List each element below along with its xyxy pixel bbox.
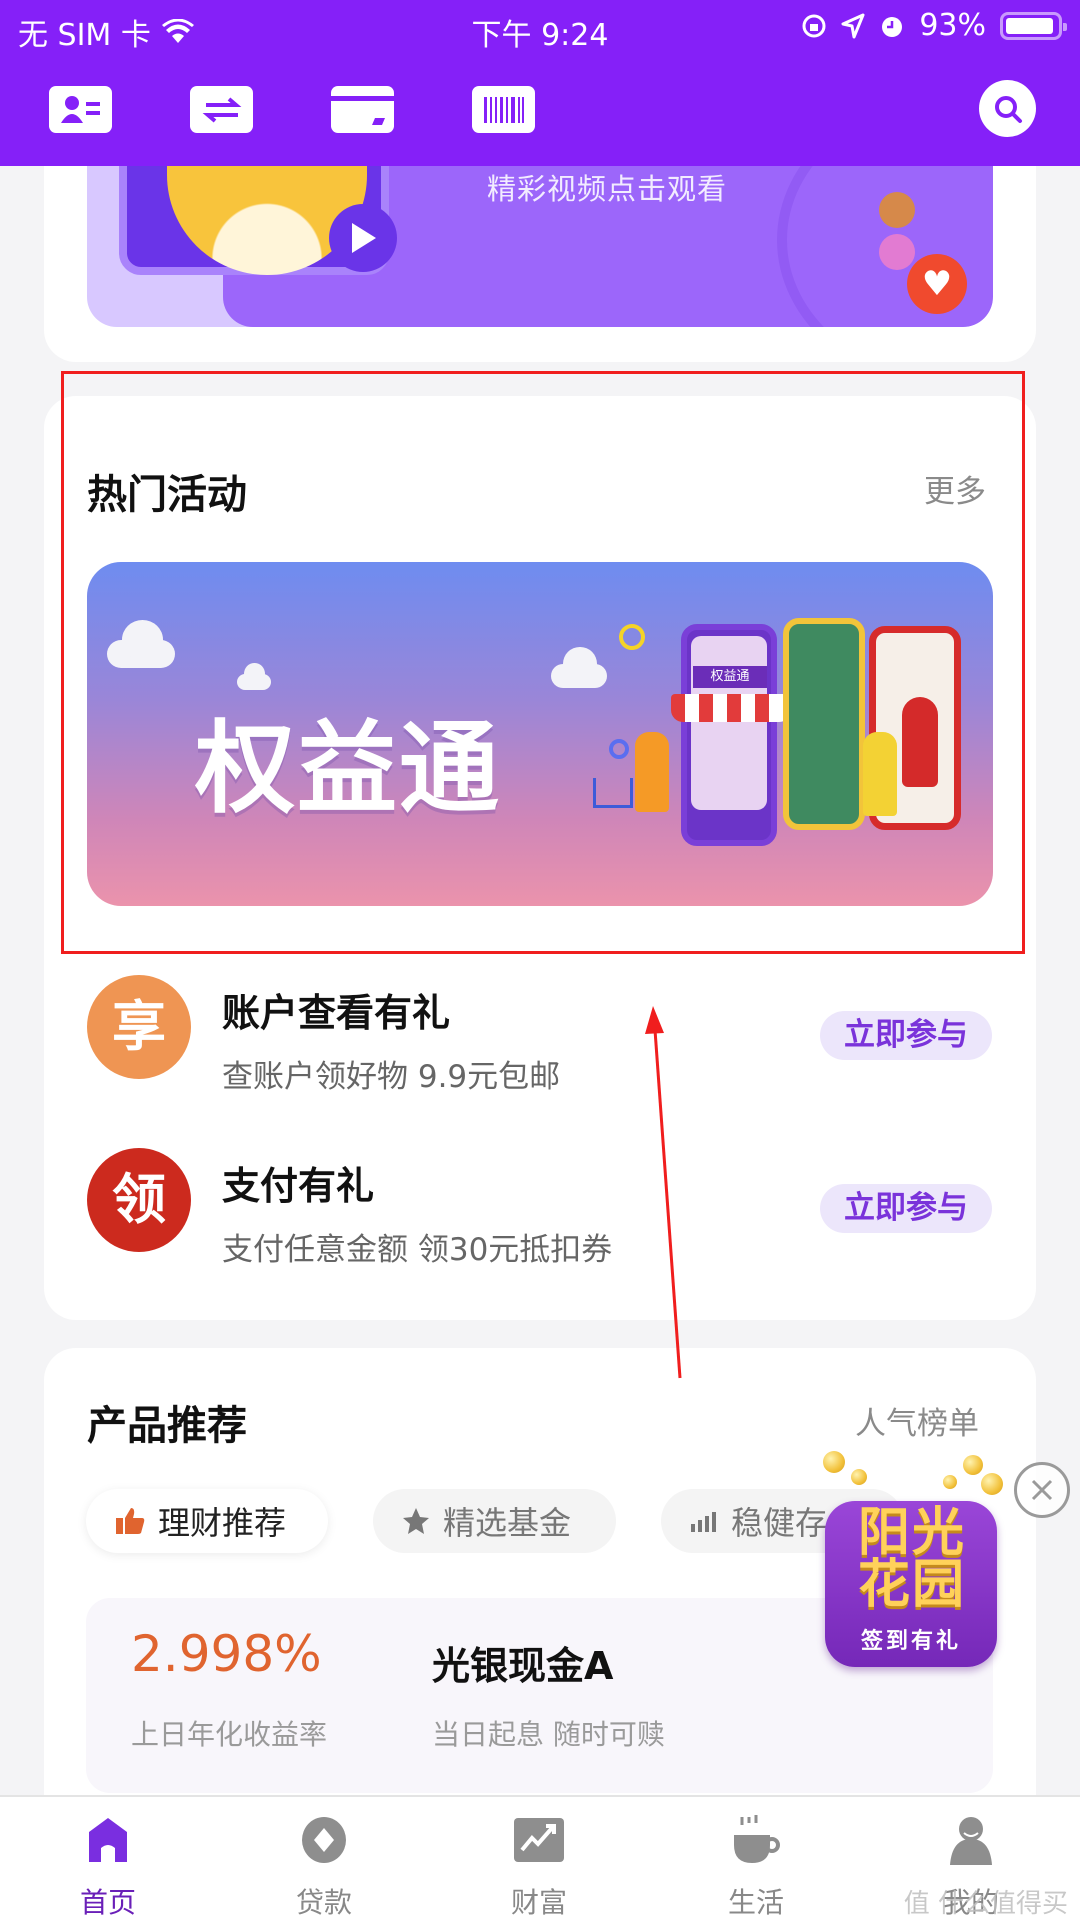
close-widget-button[interactable] — [1014, 1462, 1070, 1518]
activity-subtitle: 查账户领好物 9.9元包邮 — [222, 1059, 561, 1095]
widget-title-line2: 花园 — [857, 1555, 966, 1615]
product-rate: 2.998% — [131, 1625, 322, 1683]
bank-card-icon — [331, 96, 394, 125]
widget-title: 阳光 花园 — [837, 1507, 987, 1611]
activity-row[interactable]: 领 支付有礼 支付任意金额 领30元抵扣券 立即参与 — [44, 1125, 1036, 1275]
coin-decoration — [981, 1473, 1003, 1495]
transfer-icon — [202, 96, 241, 123]
search-button[interactable] — [979, 80, 1036, 137]
products-title: 产品推荐 — [87, 1403, 247, 1449]
bar-chart-icon — [691, 1512, 716, 1532]
widget-subtitle: 签到有礼 — [860, 1629, 961, 1654]
activity-title: 账户查看有礼 — [222, 991, 451, 1035]
video-caption: 精彩视频点击观看 — [487, 172, 728, 206]
tab-selected-funds[interactable]: 精选基金 — [373, 1489, 616, 1553]
popular-ranking-link[interactable]: 人气榜单 — [855, 1398, 979, 1443]
battery-percent: 93% — [919, 8, 986, 43]
coin-decoration — [851, 1469, 867, 1485]
sunshine-garden-widget[interactable]: 阳光 花园 签到有礼 — [823, 1451, 1003, 1669]
alarm-icon — [882, 16, 903, 37]
activity-subtitle: 支付任意金额 领30元抵扣券 — [222, 1232, 613, 1268]
coin-decoration — [823, 1451, 845, 1473]
barcode-button[interactable] — [472, 86, 535, 133]
loan-icon — [299, 1815, 349, 1865]
tab-label: 首页 — [79, 1886, 136, 1919]
battery-icon — [1000, 11, 1067, 40]
battery-fill — [1006, 17, 1053, 34]
tab-label: 生活 — [727, 1886, 784, 1919]
wealth-chart-icon — [514, 1815, 564, 1865]
coin-decoration — [963, 1455, 983, 1475]
play-button[interactable] — [329, 204, 397, 272]
product-rate-label: 上日年化收益率 — [131, 1718, 328, 1751]
gift-icon — [879, 234, 915, 270]
barcode-icon — [483, 96, 524, 123]
rights-banner[interactable]: 权益通 权益通 — [87, 562, 993, 906]
tab-wealth[interactable]: 财富 — [459, 1797, 619, 1920]
yellow-ring-decoration — [619, 624, 645, 650]
join-button[interactable]: 立即参与 — [820, 1011, 992, 1060]
hot-activities-title: 热门活动 — [87, 472, 247, 518]
tab-label: 稳健存 — [731, 1504, 828, 1542]
widget-title-line1: 阳光 — [857, 1503, 966, 1563]
shop-phone-illustration: 权益通 — [671, 624, 791, 846]
activity-icon: 享 — [87, 975, 191, 1079]
tab-home[interactable]: 首页 — [28, 1797, 188, 1920]
cloud-decoration — [107, 620, 175, 668]
widget-badge: 阳光 花园 签到有礼 — [825, 1501, 997, 1667]
app-header: 无 SIM 卡 下午 9:24 93% — [0, 0, 1080, 166]
tab-label: 理财推荐 — [158, 1504, 287, 1542]
home-icon — [83, 1815, 133, 1865]
video-banner[interactable]: 精彩视频点击观看 ♥ — [87, 150, 993, 327]
shop-sign: 权益通 — [693, 666, 767, 688]
rotation-lock-icon — [802, 14, 826, 37]
user-icon — [946, 1815, 996, 1865]
tab-loan[interactable]: 贷款 — [244, 1797, 404, 1920]
close-icon — [1031, 1479, 1053, 1501]
tab-label: 精选基金 — [443, 1504, 572, 1542]
heart-icon: ♥ — [907, 254, 967, 314]
bottom-tab-bar: 首页 贷款 财富 生活 我的 值 什么值得买 — [0, 1795, 1080, 1920]
id-card-icon — [60, 95, 100, 123]
product-name: 光银现金A — [432, 1644, 614, 1688]
watermark: 值 什么值得买 — [903, 1889, 1068, 1919]
search-icon — [994, 95, 1022, 123]
location-icon — [841, 13, 865, 38]
status-right: 93% — [801, 8, 1067, 43]
ticket-icon — [879, 192, 915, 228]
tab-life[interactable]: 生活 — [676, 1797, 836, 1920]
activity-row[interactable]: 享 账户查看有礼 查账户领好物 9.9元包邮 立即参与 — [44, 952, 1036, 1102]
hot-activities-more-link[interactable]: 更多 — [924, 466, 986, 511]
activity-title: 支付有礼 — [222, 1164, 375, 1208]
activity-icon: 领 — [87, 1148, 191, 1252]
status-bar: 无 SIM 卡 下午 9:24 93% — [0, 0, 1080, 56]
food-phone-illustration — [783, 618, 865, 830]
rights-banner-title: 权益通 — [195, 710, 501, 827]
shopper-illustration — [863, 732, 897, 816]
product-description: 当日起息 随时可赎 — [432, 1718, 665, 1751]
tab-wealth-recommend[interactable]: 理财推荐 — [86, 1489, 328, 1553]
bank-card-button[interactable] — [331, 86, 394, 133]
shopper-illustration — [635, 732, 669, 812]
coin-decoration — [943, 1475, 957, 1489]
coffee-cup-icon — [731, 1815, 781, 1865]
play-icon — [352, 223, 376, 253]
thumbs-up-icon — [116, 1508, 145, 1534]
tab-label: 贷款 — [295, 1886, 352, 1919]
join-button[interactable]: 立即参与 — [820, 1184, 992, 1233]
tab-label: 财富 — [510, 1886, 567, 1919]
id-card-button[interactable] — [49, 86, 112, 133]
shopping-cart-illustration — [593, 778, 633, 808]
star-icon — [403, 1508, 429, 1534]
blue-ring-decoration — [609, 739, 629, 759]
transfer-button[interactable] — [190, 86, 253, 133]
cloud-decoration — [551, 647, 607, 688]
